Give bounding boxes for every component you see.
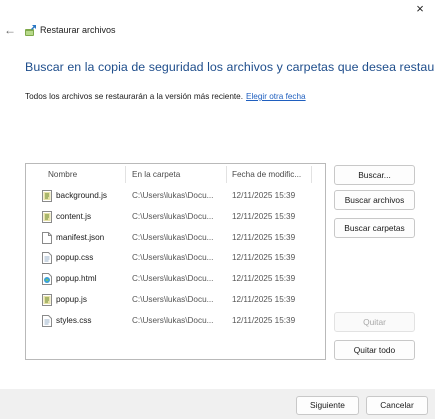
info-text: Todos los archivos se restaurarán a la v… bbox=[25, 92, 306, 101]
file-folder: C:\Users\lukas\Docu... bbox=[132, 253, 214, 263]
json-file-icon bbox=[42, 231, 52, 244]
js-file-icon bbox=[42, 190, 52, 202]
footer-bar: Siguiente Cancelar bbox=[0, 389, 435, 419]
search-folders-button[interactable]: Buscar carpetas bbox=[334, 218, 415, 238]
file-date: 12/11/2025 15:39 bbox=[232, 315, 296, 325]
file-folder: C:\Users\lukas\Docu... bbox=[132, 191, 214, 200]
column-separator[interactable] bbox=[125, 166, 126, 183]
js-file-icon bbox=[42, 210, 52, 223]
search-button[interactable]: Buscar... bbox=[334, 165, 415, 185]
file-date: 12/11/2025 15:39 bbox=[232, 191, 296, 200]
file-row[interactable]: background.js C:\Users\lukas\Docu... 12/11… bbox=[26, 186, 325, 206]
file-folder: C:\Users\lukas\Docu... bbox=[132, 274, 214, 284]
css-file-icon bbox=[42, 252, 52, 265]
file-folder: C:\Users\lukas\Docu... bbox=[132, 211, 214, 221]
column-separator[interactable] bbox=[226, 166, 227, 183]
file-name: styles.css bbox=[56, 315, 92, 325]
file-date: 12/11/2025 15:39 bbox=[232, 253, 296, 263]
file-date: 12/11/2025 15:39 bbox=[232, 274, 296, 284]
file-name: background.js bbox=[56, 191, 107, 200]
column-header-folder[interactable]: En la carpeta bbox=[132, 170, 180, 179]
file-name: popup.html bbox=[56, 274, 97, 284]
column-header-name[interactable]: Nombre bbox=[48, 170, 77, 179]
file-date: 12/11/2025 15:39 bbox=[232, 232, 296, 242]
file-date: 12/11/2025 15:39 bbox=[232, 211, 296, 221]
file-folder: C:\Users\lukas\Docu... bbox=[132, 315, 214, 325]
info-message: Todos los archivos se restaurarán a la v… bbox=[25, 92, 243, 101]
column-header-date[interactable]: Fecha de modific... bbox=[232, 170, 301, 179]
close-button[interactable]: × bbox=[411, 1, 429, 17]
remove-all-button[interactable]: Quitar todo bbox=[334, 340, 415, 360]
back-arrow-icon[interactable]: ← bbox=[3, 23, 17, 37]
css-file-icon bbox=[42, 314, 52, 327]
file-row[interactable]: styles.css C:\Users\lukas\Docu... 12/11/20… bbox=[26, 311, 325, 331]
page-heading: Buscar en la copia de seguridad los arch… bbox=[25, 60, 435, 74]
file-row[interactable]: popup.css C:\Users\lukas\Docu... 12/11/202… bbox=[26, 248, 325, 268]
list-header: Nombre En la carpeta Fecha de modific... bbox=[26, 164, 325, 184]
cancel-button[interactable]: Cancelar bbox=[366, 396, 428, 415]
file-row[interactable]: popup.html C:\Users\lukas\Docu... 12/11/20… bbox=[26, 269, 325, 289]
next-button[interactable]: Siguiente bbox=[296, 396, 359, 415]
file-list[interactable]: Nombre En la carpeta Fecha de modific...… bbox=[25, 163, 326, 360]
js-file-icon bbox=[42, 294, 52, 306]
file-row[interactable]: popup.js C:\Users\lukas\Docu... 12/11/2025… bbox=[26, 290, 325, 310]
file-folder: C:\Users\lukas\Docu... bbox=[132, 295, 214, 304]
window-title: Restaurar archivos bbox=[40, 25, 116, 35]
choose-date-link[interactable]: Elegir otra fecha bbox=[246, 92, 306, 101]
file-name: popup.js bbox=[56, 295, 87, 304]
file-row[interactable]: manifest.json C:\Users\lukas\Docu... 12/11… bbox=[26, 228, 325, 248]
file-name: content.js bbox=[56, 211, 92, 221]
remove-button[interactable]: Quitar bbox=[334, 312, 415, 332]
file-name: manifest.json bbox=[56, 232, 105, 242]
file-folder: C:\Users\lukas\Docu... bbox=[132, 232, 214, 242]
restore-files-icon bbox=[25, 25, 36, 36]
file-date: 12/11/2025 15:39 bbox=[232, 295, 296, 304]
file-name: popup.css bbox=[56, 253, 94, 263]
html-file-icon bbox=[42, 273, 52, 286]
column-separator[interactable] bbox=[311, 166, 312, 183]
file-row[interactable]: content.js C:\Users\lukas\Docu... 12/11/20… bbox=[26, 207, 325, 227]
search-files-button[interactable]: Buscar archivos bbox=[334, 190, 415, 210]
